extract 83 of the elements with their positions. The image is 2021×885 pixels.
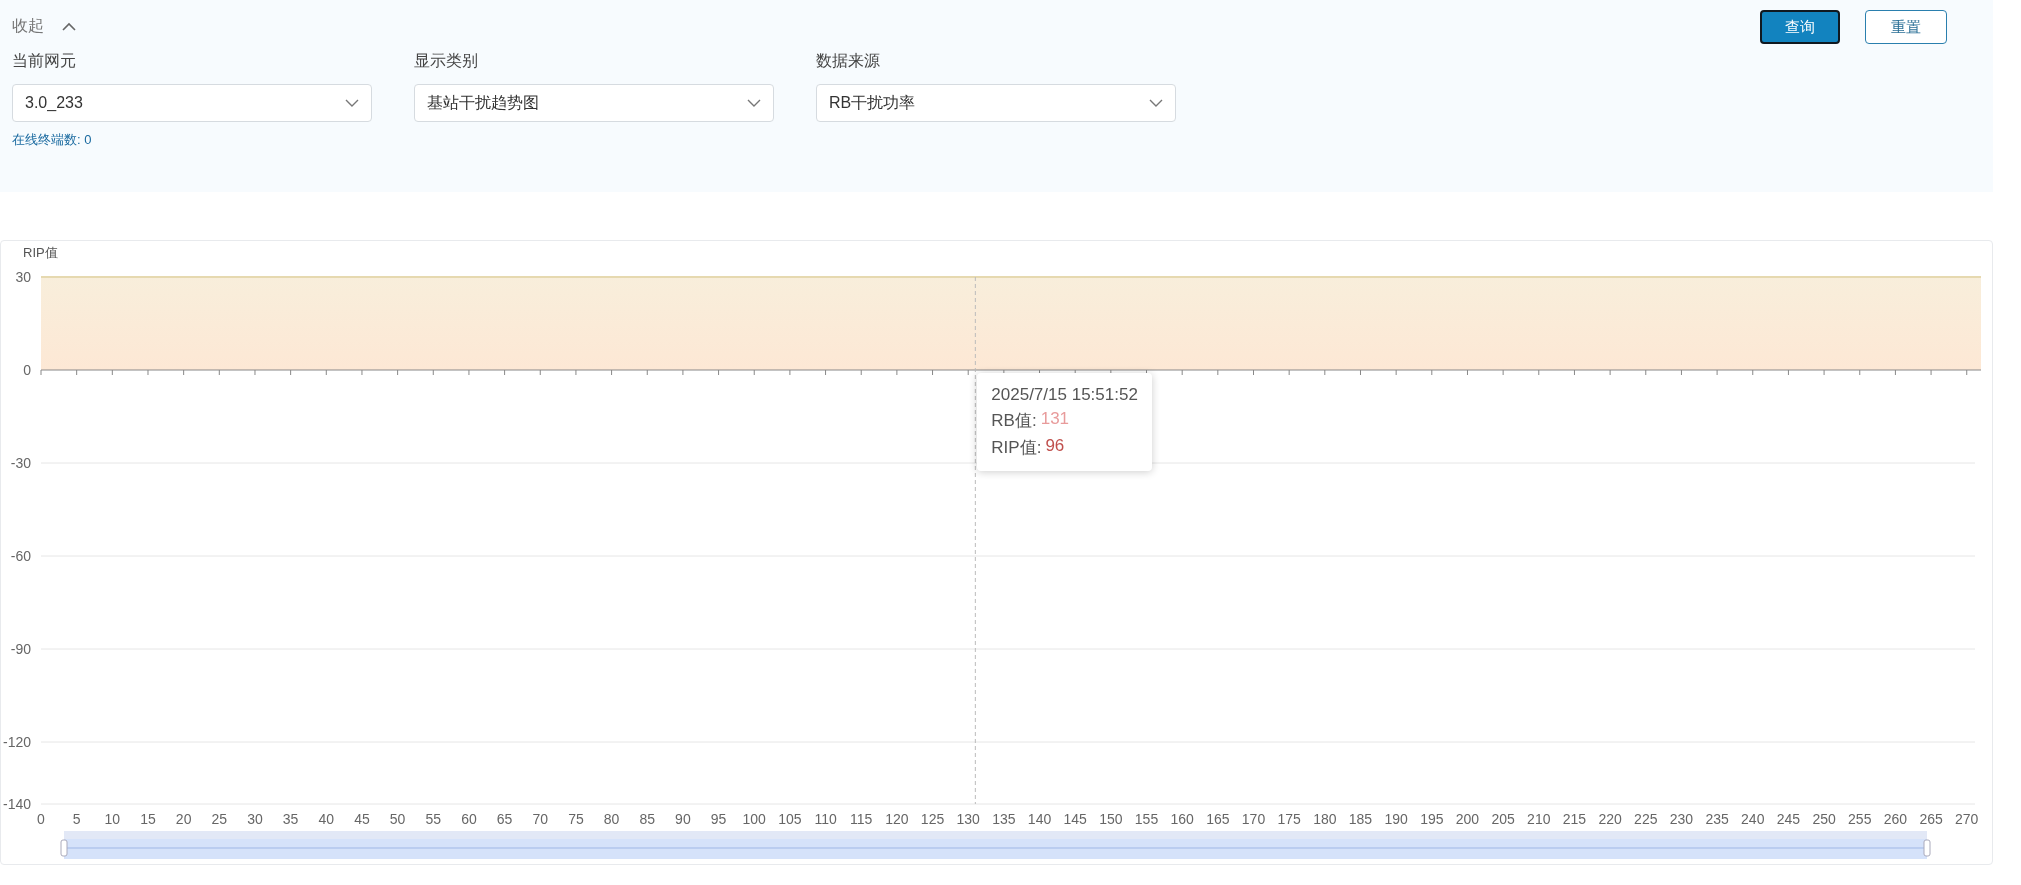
online-terminal-count: 在线终端数: 0 bbox=[12, 131, 92, 149]
axis-label: 200 bbox=[1455, 811, 1480, 827]
axis-label: 95 bbox=[710, 811, 727, 827]
axis-label: 270 bbox=[1955, 811, 1979, 827]
axis-label: 0 bbox=[37, 811, 45, 827]
axis-label: 5 bbox=[72, 811, 81, 827]
query-button[interactable]: 查询 bbox=[1760, 10, 1840, 44]
axis-label: 25 bbox=[211, 811, 228, 827]
axis-label: 195 bbox=[1420, 811, 1444, 827]
axis-label: 225 bbox=[1634, 811, 1658, 827]
axis-label: 180 bbox=[1313, 811, 1337, 827]
chevron-down-icon bbox=[345, 99, 359, 107]
collapse-toggle[interactable]: 收起 bbox=[12, 14, 76, 38]
axis-label: 255 bbox=[1848, 811, 1872, 827]
axis-label: 250 bbox=[1812, 811, 1836, 827]
select-field[interactable]: 3.0_233 bbox=[12, 84, 372, 122]
select-field[interactable]: 基站干扰趋势图 bbox=[414, 84, 774, 122]
chevron-down-icon bbox=[1149, 99, 1163, 107]
axis-label: -30 bbox=[10, 455, 31, 471]
axis-label: 150 bbox=[1099, 811, 1123, 827]
axis-label: 265 bbox=[1919, 811, 1943, 827]
axis-label: 15 bbox=[140, 811, 156, 827]
axis-label: 230 bbox=[1669, 811, 1694, 827]
axis-label: 210 bbox=[1527, 811, 1551, 827]
axis-label: 35 bbox=[282, 811, 299, 827]
field-label: 显示类别 bbox=[414, 51, 479, 71]
axis-label: 30 bbox=[15, 269, 31, 285]
axis-label: -120 bbox=[2, 734, 31, 750]
axis-label: 120 bbox=[885, 811, 909, 827]
axis-label: 110 bbox=[814, 811, 837, 827]
axis-label: 10 bbox=[104, 811, 121, 827]
axis-label: 235 bbox=[1705, 811, 1729, 827]
axis-label: 80 bbox=[603, 811, 620, 827]
axis-label: 140 bbox=[1027, 811, 1052, 827]
axis-label: 90 bbox=[675, 811, 691, 827]
axis-label: 65 bbox=[496, 811, 513, 827]
axis-label: 190 bbox=[1384, 811, 1408, 827]
axis-label: 100 bbox=[742, 811, 766, 827]
chevron-down-icon bbox=[747, 99, 761, 107]
axis-label: 170 bbox=[1241, 811, 1266, 827]
zoom-slider[interactable] bbox=[60, 831, 1931, 859]
axis-label: 240 bbox=[1741, 811, 1765, 827]
axis-label: 45 bbox=[354, 811, 370, 827]
axis-label: 70 bbox=[532, 811, 549, 827]
axis-label: 155 bbox=[1134, 811, 1159, 827]
axis-label: 185 bbox=[1348, 811, 1373, 827]
select-field[interactable]: RB干扰功率 bbox=[816, 84, 1176, 122]
tooltip-label: RIP值: bbox=[991, 437, 1042, 459]
axis-label: 175 bbox=[1277, 811, 1301, 827]
axis-label: 205 bbox=[1491, 811, 1515, 827]
axis-label: 215 bbox=[1562, 811, 1587, 827]
chevron-icon bbox=[62, 21, 76, 31]
axis-label: 30 bbox=[247, 811, 263, 827]
tooltip-value: 131 bbox=[1040, 409, 1070, 430]
axis-label: 0 bbox=[23, 362, 31, 378]
axis-label: 260 bbox=[1883, 811, 1908, 827]
axis-label: -60 bbox=[10, 548, 31, 564]
axis-label: 115 bbox=[850, 811, 873, 827]
axis-label: 135 bbox=[992, 811, 1016, 827]
axis-label: 60 bbox=[461, 811, 477, 827]
axis-label: 130 bbox=[956, 811, 980, 827]
axis-label: 245 bbox=[1776, 811, 1801, 827]
axis-label: 40 bbox=[318, 811, 335, 827]
axis-label: -90 bbox=[10, 641, 31, 657]
axis-label: 220 bbox=[1598, 811, 1622, 827]
axis-label: 125 bbox=[920, 811, 945, 827]
axis-label: 160 bbox=[1170, 811, 1194, 827]
axis-title: RIP值 bbox=[23, 245, 58, 260]
axis-label: 105 bbox=[778, 811, 802, 827]
axis-label: 75 bbox=[568, 811, 584, 827]
axis-label: 145 bbox=[1063, 811, 1087, 827]
field-label: 当前网元 bbox=[12, 51, 77, 71]
tooltip-value: 96 bbox=[1045, 436, 1065, 457]
axis-label: 55 bbox=[425, 811, 442, 827]
field-label: 数据来源 bbox=[816, 51, 881, 71]
axis-label: 20 bbox=[175, 811, 192, 827]
axis-label: 85 bbox=[639, 811, 656, 827]
tooltip-label: RB值: bbox=[991, 410, 1037, 432]
axis-label: 50 bbox=[389, 811, 406, 827]
axis-label: -140 bbox=[2, 796, 31, 812]
axis-label: 165 bbox=[1206, 811, 1230, 827]
reset-button[interactable]: 重置 bbox=[1865, 10, 1947, 44]
tooltip-title: 2025/7/15 15:51:52 bbox=[991, 385, 1138, 405]
